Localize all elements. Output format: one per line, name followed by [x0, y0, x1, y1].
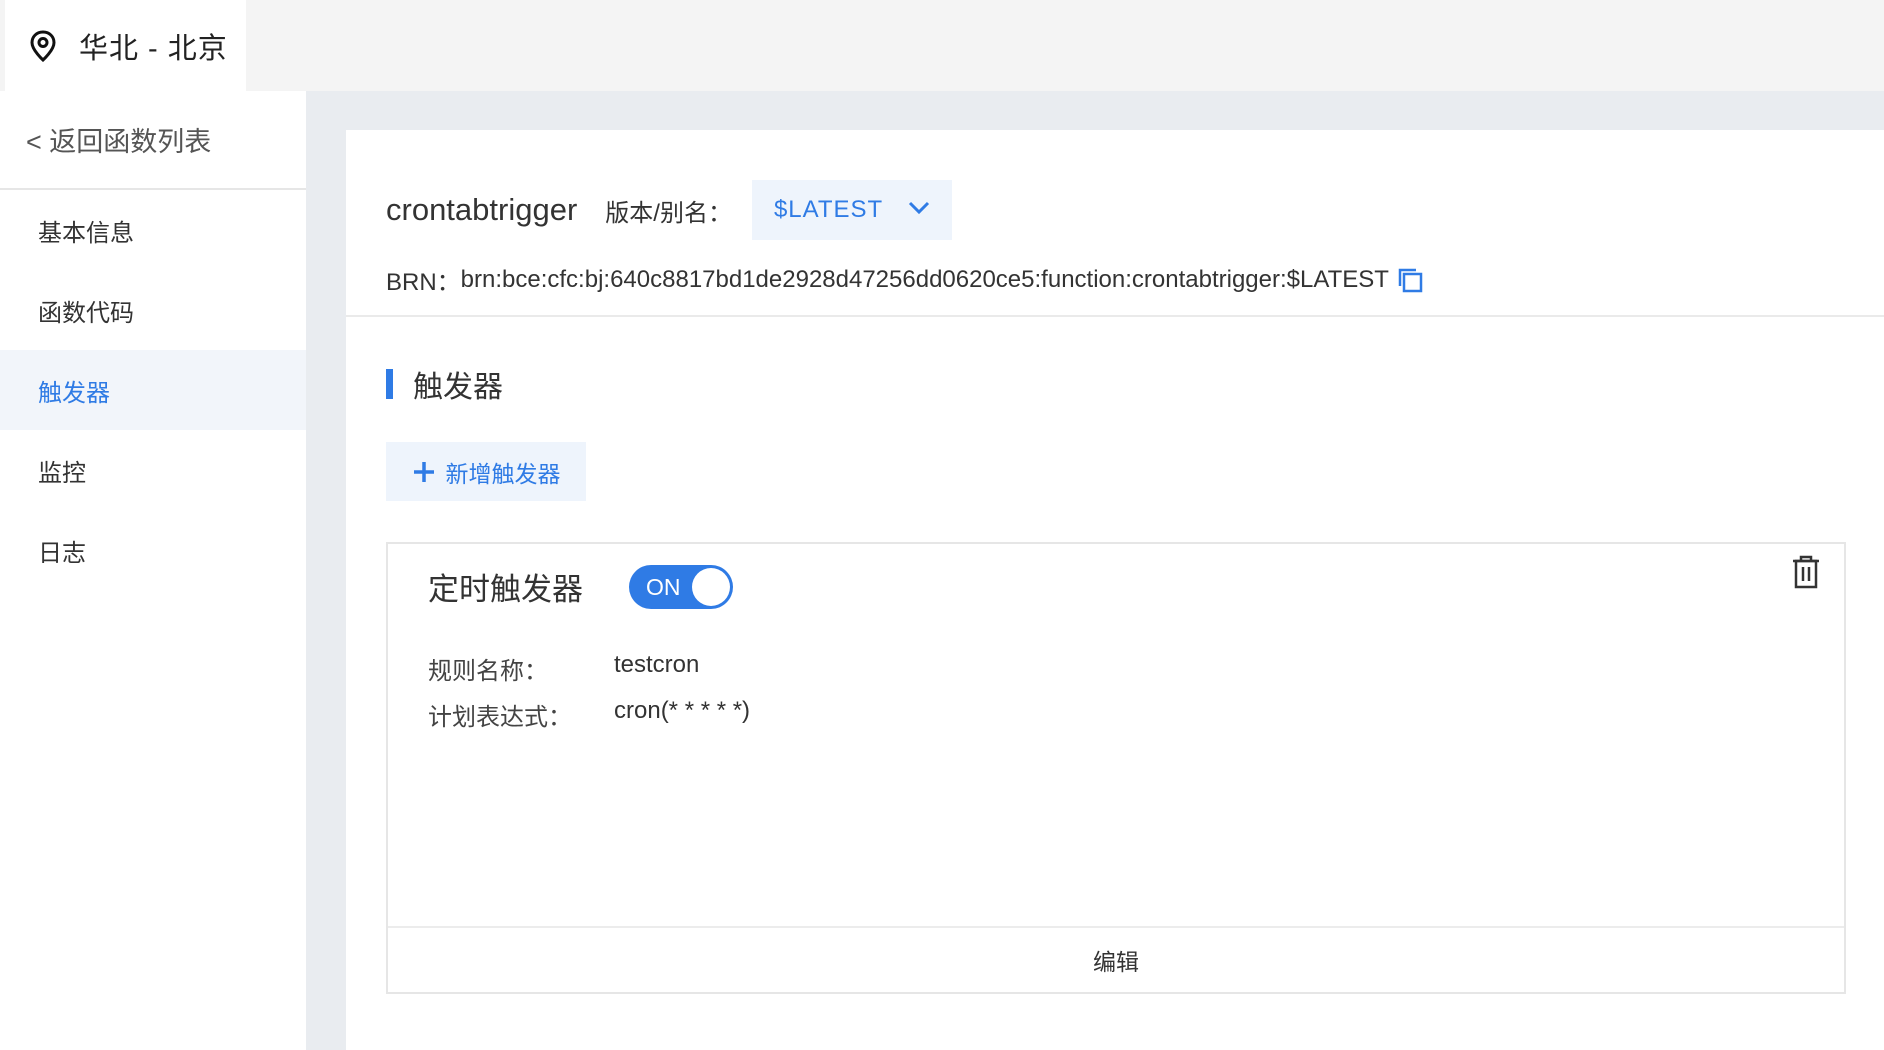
location-pin-icon: [29, 29, 61, 62]
add-trigger-label: 新增触发器: [445, 460, 561, 487]
sidebar-item-function-code[interactable]: 函数代码: [0, 270, 306, 350]
trigger-card-title: 定时触发器: [428, 572, 583, 607]
header-divider: [346, 315, 1884, 317]
sidebar-item-triggers[interactable]: 触发器: [0, 350, 306, 430]
version-label: 版本/别名：: [605, 199, 732, 227]
sidebar-item-logs[interactable]: 日志: [0, 510, 306, 590]
trigger-toggle[interactable]: ON: [629, 564, 733, 609]
add-trigger-button[interactable]: 新增触发器: [386, 442, 586, 501]
schedule-expression-value: cron(* * * * *): [614, 697, 751, 724]
trash-icon[interactable]: [1790, 554, 1822, 590]
version-value: $LATEST: [773, 196, 884, 223]
version-select[interactable]: $LATEST: [751, 180, 952, 240]
region-selector[interactable]: 华北 - 北京: [5, 0, 246, 91]
function-header: crontabtrigger 版本/别名： $LATEST: [386, 180, 952, 240]
toggle-knob: [692, 567, 730, 606]
schedule-expression-key: 计划表达式：: [428, 704, 572, 731]
sidebar: < 返回函数列表 基本信息 函数代码 触发器 监控 日志: [0, 91, 306, 1050]
section-title-text: 触发器: [413, 371, 503, 404]
region-label: 华北 - 北京: [79, 32, 228, 65]
toggle-on-label: ON: [646, 573, 681, 600]
rule-name-key: 规则名称：: [428, 658, 548, 685]
trigger-card-header: 定时触发器 ON: [428, 564, 733, 609]
top-bar: [0, 0, 1884, 91]
function-name: crontabtrigger: [386, 192, 578, 227]
rule-name-value: testcron: [614, 651, 700, 678]
rule-name-row: 规则名称： testcron: [428, 651, 699, 686]
sidebar-item-monitoring[interactable]: 监控: [0, 430, 306, 510]
plus-icon: [412, 460, 436, 484]
section-title: 触发器: [386, 362, 503, 406]
section-accent-bar: [386, 369, 393, 399]
sidebar-item-basic-info[interactable]: 基本信息: [0, 190, 306, 270]
schedule-expression-row: 计划表达式： cron(* * * * *): [428, 697, 750, 732]
main-panel: crontabtrigger 版本/别名： $LATEST BRN： brn:b…: [346, 130, 1884, 1050]
edit-button[interactable]: 编辑: [388, 926, 1844, 992]
brn-row: BRN： brn:bce:cfc:bj:640c8817bd1de2928d47…: [386, 262, 1423, 297]
brn-label: BRN：: [386, 269, 461, 296]
brn-value: brn:bce:cfc:bj:640c8817bd1de2928d47256dd…: [460, 265, 1389, 293]
copy-icon[interactable]: [1397, 267, 1423, 293]
back-to-function-list-link[interactable]: < 返回函数列表: [0, 91, 306, 190]
trigger-card: 定时触发器 ON 规则名称： testcron 计划表达式： cron(* * …: [386, 542, 1846, 994]
chevron-down-icon: [908, 201, 930, 220]
